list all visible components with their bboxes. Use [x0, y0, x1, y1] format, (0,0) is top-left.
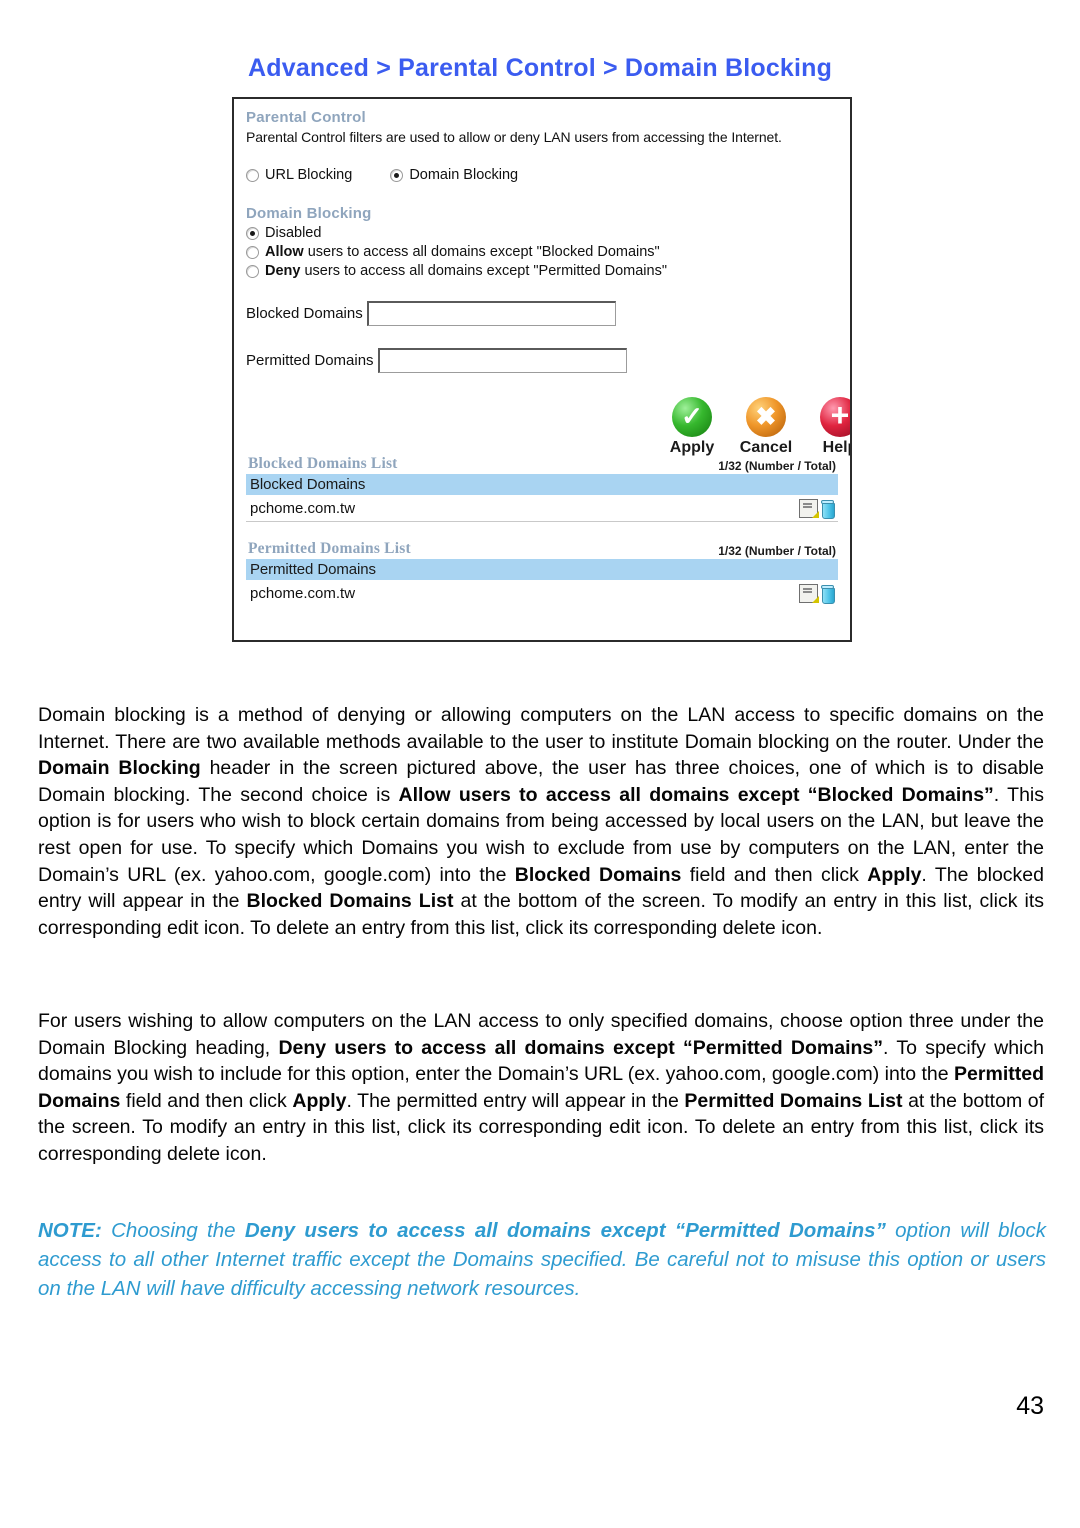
option-deny-row: Deny users to access all domains except … — [246, 263, 838, 279]
table-row[interactable]: pchome.com.tw — [246, 580, 838, 606]
delete-icon[interactable] — [821, 499, 835, 519]
blocked-domains-column-header: Blocked Domains — [246, 474, 838, 495]
blocked-domains-field-row: Blocked Domains — [246, 301, 838, 326]
blocked-domains-label: Blocked Domains — [246, 305, 363, 322]
x-circle-icon: ✖ — [746, 397, 786, 437]
radio-url-blocking-indicator[interactable] — [246, 168, 259, 182]
radio-url-blocking-label: URL Blocking — [265, 167, 353, 183]
permitted-domains-column-header: Permitted Domains — [246, 559, 838, 580]
blocked-domains-list-count: 1/32 (Number / Total) — [718, 459, 836, 473]
check-circle-icon: ✓ — [672, 397, 712, 437]
radio-domain-blocking-indicator[interactable] — [390, 168, 404, 182]
permitted-domains-list: Permitted Domains List 1/32 (Number / To… — [246, 540, 838, 606]
router-config-panel: Parental Control Parental Control filter… — [232, 97, 852, 642]
radio-disabled[interactable]: Disabled — [246, 225, 321, 241]
apply-button-label: Apply — [669, 439, 715, 456]
cancel-button[interactable]: ✖ Cancel — [738, 397, 794, 457]
radio-domain-blocking-label: Domain Blocking — [409, 167, 519, 183]
parental-control-description: Parental Control filters are used to all… — [246, 129, 782, 145]
action-button-bar: ✓ Apply ✖ Cancel + Help — [664, 397, 850, 457]
apply-button[interactable]: ✓ Apply — [664, 397, 720, 457]
blocked-domains-list-heading: Blocked Domains List — [248, 455, 398, 472]
radio-disabled-indicator[interactable] — [246, 226, 259, 240]
radio-disabled-label: Disabled — [265, 225, 322, 241]
radio-allow-label: Allow users to access all domains except… — [265, 244, 660, 260]
delete-icon[interactable] — [821, 584, 835, 604]
radio-allow-text: users to access all domains except "Bloc… — [303, 244, 660, 260]
radio-deny-keyword: Deny — [265, 263, 301, 279]
plus-circle-icon: + — [820, 397, 850, 437]
permitted-domains-list-count: 1/32 (Number / Total) — [718, 544, 836, 558]
edit-icon[interactable] — [799, 583, 818, 603]
permitted-row-actions — [799, 583, 835, 604]
help-button-label: Help — [822, 439, 850, 456]
radio-deny-indicator[interactable] — [246, 264, 259, 278]
domain-blocking-heading: Domain Blocking — [246, 205, 372, 222]
blocked-row-actions — [799, 498, 835, 519]
radio-allow-indicator[interactable] — [246, 245, 259, 259]
permitted-domains-label: Permitted Domains — [246, 352, 374, 369]
page-title: Advanced > Parental Control > Domain Blo… — [248, 54, 833, 82]
page-number: 43 — [1016, 1392, 1044, 1420]
edit-icon[interactable] — [799, 498, 818, 518]
table-row[interactable]: pchome.com.tw — [246, 495, 838, 522]
blocked-domains-input[interactable] — [366, 301, 616, 326]
radio-url-blocking[interactable]: URL Blocking — [246, 167, 352, 183]
paragraph-blocked-domains: Domain blocking is a method of denying o… — [38, 704, 1045, 939]
permitted-domains-list-heading: Permitted Domains List — [248, 540, 411, 557]
blocked-domain-value: pchome.com.tw — [250, 499, 356, 517]
radio-deny-text: users to access all domains except "Perm… — [300, 263, 667, 279]
permitted-domains-field-row: Permitted Domains — [246, 348, 838, 373]
option-disabled-row: Disabled — [246, 225, 838, 241]
permitted-domain-value: pchome.com.tw — [250, 584, 356, 602]
domain-blocking-radio-group: Disabled Allow users to access all domai… — [246, 225, 838, 279]
blocked-domains-list-head: Blocked Domains List 1/32 (Number / Tota… — [246, 455, 838, 474]
option-allow-row: Allow users to access all domains except… — [246, 244, 838, 260]
paragraph-permitted-domains: For users wishing to allow computers on … — [38, 1010, 1045, 1165]
blocked-domains-list: Blocked Domains List 1/32 (Number / Tota… — [246, 455, 838, 522]
radio-allow-keyword: Allow — [265, 244, 304, 260]
permitted-domains-list-head: Permitted Domains List 1/32 (Number / To… — [246, 540, 838, 559]
note-block: NOTE: Choosing the Deny users to access … — [38, 1219, 1047, 1300]
radio-deny[interactable]: Deny users to access all domains except … — [246, 263, 667, 279]
radio-allow[interactable]: Allow users to access all domains except… — [246, 244, 660, 260]
blocking-mode-radio-group: URL Blocking Domain Blocking — [246, 167, 838, 183]
permitted-domains-input[interactable] — [377, 348, 627, 373]
radio-deny-label: Deny users to access all domains except … — [265, 263, 667, 279]
parental-control-heading: Parental Control — [246, 109, 366, 126]
cancel-button-label: Cancel — [739, 439, 793, 456]
help-button[interactable]: + Help — [812, 397, 850, 457]
radio-domain-blocking[interactable]: Domain Blocking — [390, 167, 518, 183]
